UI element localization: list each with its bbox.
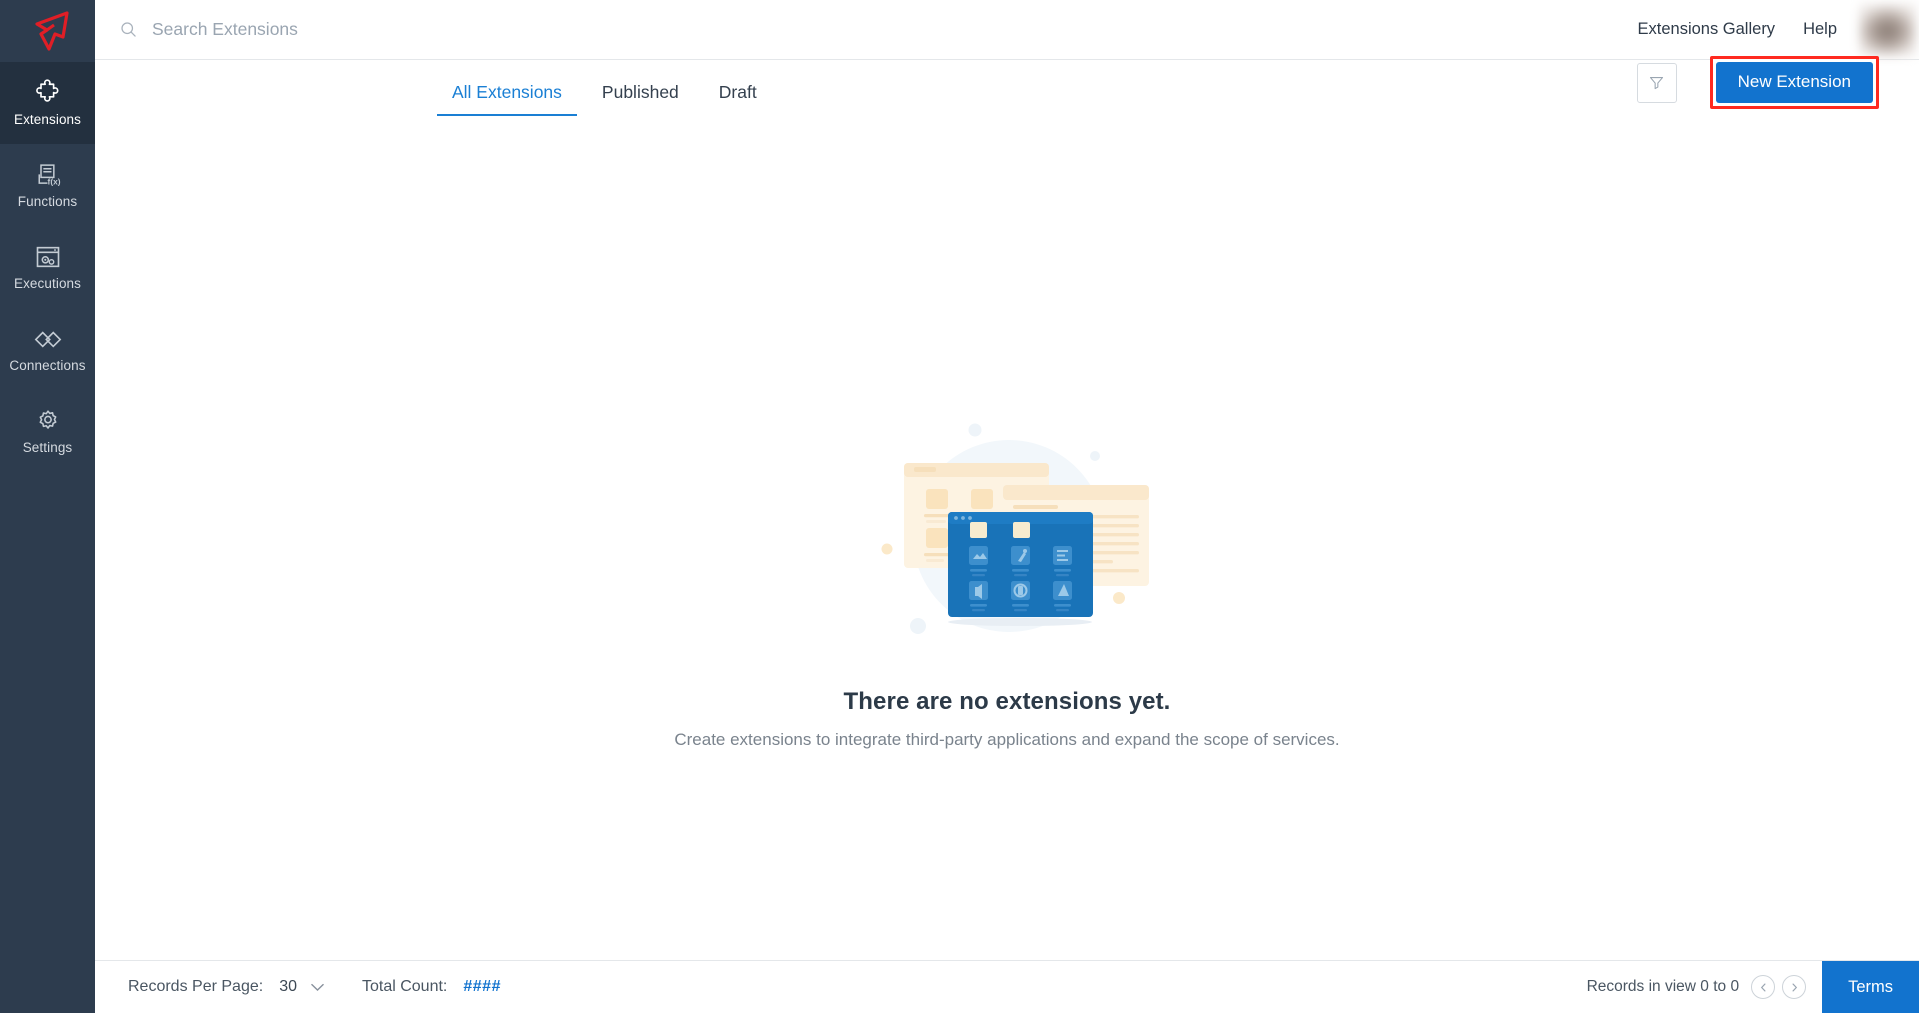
search-container <box>119 19 1624 40</box>
tab-bar-actions: New Extension <box>1637 56 1879 116</box>
filter-button[interactable] <box>1637 63 1677 103</box>
main-area: Extensions Gallery Help All Extensions P… <box>95 0 1919 1013</box>
previous-page-button[interactable] <box>1751 975 1775 999</box>
footer-bar: Records Per Page: 30 Total Count: #### R… <box>95 960 1919 1013</box>
next-page-button[interactable] <box>1782 975 1806 999</box>
sidebar: Extensions f(x) Functions Executions <box>0 0 95 1013</box>
empty-state: There are no extensions yet. Create exte… <box>95 116 1919 960</box>
records-per-page-label: Records Per Page: <box>128 978 263 996</box>
tab-list: All Extensions Published Draft <box>442 82 767 116</box>
sidebar-item-label: Extensions <box>14 112 81 127</box>
avatar[interactable] <box>1859 4 1916 56</box>
puzzle-piece-icon <box>34 79 62 107</box>
svg-text:f(x): f(x) <box>47 177 60 187</box>
sidebar-item-label: Settings <box>23 440 73 455</box>
chevron-left-icon <box>1759 983 1768 992</box>
help-link[interactable]: Help <box>1789 20 1851 39</box>
tab-label: Published <box>602 82 679 102</box>
extensions-gallery-link[interactable]: Extensions Gallery <box>1624 20 1790 39</box>
gear-icon <box>34 407 62 435</box>
tab-draft[interactable]: Draft <box>709 82 767 116</box>
footer-right: Records in view 0 to 0 Terms <box>1587 961 1919 1013</box>
filter-funnel-icon <box>1648 74 1665 91</box>
tab-label: All Extensions <box>452 82 562 102</box>
sidebar-item-connections[interactable]: Connections <box>0 308 95 390</box>
sidebar-item-executions[interactable]: Executions <box>0 226 95 308</box>
sidebar-item-label: Connections <box>9 358 85 373</box>
search-icon <box>119 20 138 39</box>
records-per-page-value[interactable]: 30 <box>279 978 297 996</box>
empty-state-subtitle: Create extensions to integrate third-par… <box>674 730 1339 750</box>
records-in-view-label: Records in view 0 to 0 <box>1587 978 1740 996</box>
sidebar-item-settings[interactable]: Settings <box>0 390 95 472</box>
tab-label: Draft <box>719 82 757 102</box>
search-input[interactable] <box>152 19 572 40</box>
tab-all-extensions[interactable]: All Extensions <box>442 82 572 116</box>
sidebar-item-functions[interactable]: f(x) Functions <box>0 144 95 226</box>
footer-left: Records Per Page: 30 Total Count: #### <box>128 978 501 996</box>
chevron-down-icon[interactable] <box>311 983 324 992</box>
sidebar-item-label: Functions <box>18 194 77 209</box>
new-extension-button[interactable]: New Extension <box>1716 62 1873 103</box>
red-arrow-cursor-logo-icon <box>25 11 71 51</box>
sidebar-item-extensions[interactable]: Extensions <box>0 62 95 144</box>
linked-diamonds-icon <box>34 325 62 353</box>
total-count-value: #### <box>463 978 501 996</box>
app-logo[interactable] <box>0 0 95 62</box>
top-bar: Extensions Gallery Help <box>95 0 1919 60</box>
new-extension-highlight-box: New Extension <box>1710 56 1879 109</box>
total-count-label: Total Count: <box>362 978 447 996</box>
function-fx-icon: f(x) <box>34 161 62 189</box>
top-bar-actions: Extensions Gallery Help <box>1624 4 1919 56</box>
tab-bar: All Extensions Published Draft New Exten… <box>95 60 1919 116</box>
terms-button[interactable]: Terms <box>1822 961 1919 1013</box>
tab-published[interactable]: Published <box>592 82 689 116</box>
window-gears-icon <box>34 243 62 271</box>
application-window: Extensions f(x) Functions Executions <box>0 0 1919 1013</box>
extensions-windows-illustration <box>842 416 1172 666</box>
sidebar-item-label: Executions <box>14 276 81 291</box>
chevron-right-icon <box>1790 983 1799 992</box>
empty-state-title: There are no extensions yet. <box>844 688 1171 716</box>
